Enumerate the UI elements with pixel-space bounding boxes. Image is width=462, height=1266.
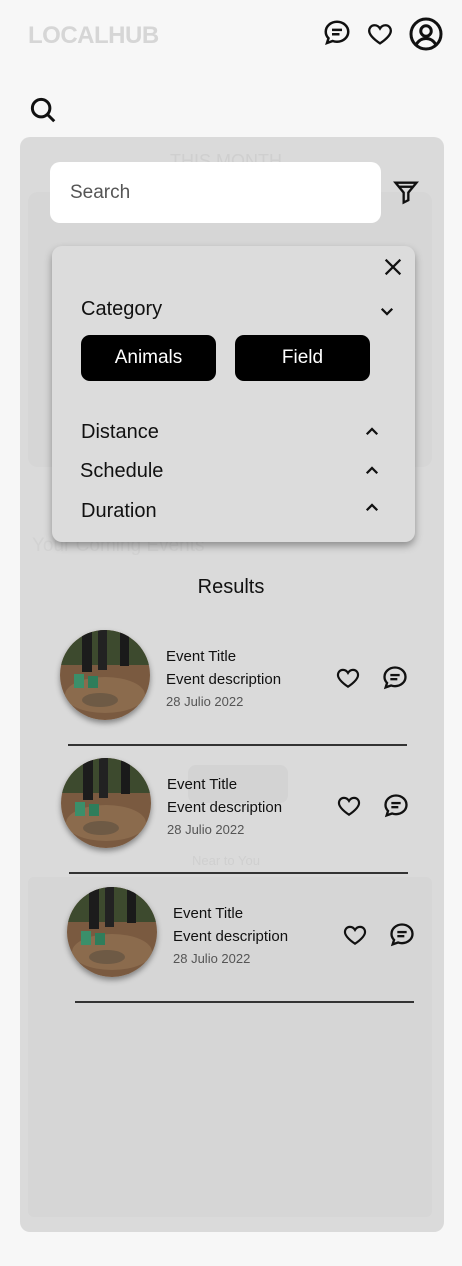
duration-label[interactable]: Duration — [81, 500, 157, 523]
app-header: LOCALHUB — [0, 0, 462, 80]
heart-icon[interactable] — [334, 665, 362, 691]
chip-animals[interactable]: Animals — [81, 335, 216, 381]
event-description: Event description — [173, 928, 289, 945]
event-thumbnail — [67, 887, 157, 977]
event-thumbnail — [61, 758, 151, 848]
event-date: 28 Julio 2022 — [166, 694, 244, 709]
search-input[interactable]: Search — [50, 162, 381, 223]
event-description: Event description — [166, 671, 282, 688]
divider — [75, 1001, 414, 1003]
chevron-up-icon[interactable] — [363, 423, 381, 441]
profile-icon[interactable] — [408, 16, 444, 52]
search-icon[interactable] — [28, 95, 58, 125]
distance-label[interactable]: Distance — [81, 421, 159, 444]
app-logo: LOCALHUB — [28, 22, 159, 49]
chip-field[interactable]: Field — [235, 335, 370, 381]
event-title: Event Title — [173, 905, 244, 922]
event-thumbnail — [60, 630, 150, 720]
heart-icon[interactable] — [366, 20, 394, 48]
chat-icon[interactable] — [382, 792, 410, 820]
event-date: 28 Julio 2022 — [173, 951, 251, 966]
chevron-up-icon[interactable] — [363, 462, 381, 480]
divider — [69, 872, 408, 874]
result-item[interactable]: Event Title Event description 28 Julio 2… — [61, 758, 421, 858]
heart-icon[interactable] — [335, 793, 363, 819]
chat-icon[interactable] — [388, 921, 416, 949]
filter-popup: Category Animals Field Distance Schedule… — [52, 246, 415, 542]
category-label[interactable]: Category — [81, 298, 162, 321]
chevron-up-icon[interactable] — [363, 499, 381, 517]
divider — [68, 744, 407, 746]
filter-icon[interactable] — [392, 178, 420, 206]
chevron-down-icon[interactable] — [378, 302, 396, 320]
event-title: Event Title — [167, 776, 238, 793]
schedule-label[interactable]: Schedule — [80, 460, 163, 483]
result-item[interactable]: Event Title Event description 28 Julio 2… — [67, 887, 427, 987]
event-title: Event Title — [166, 648, 237, 665]
chat-icon[interactable] — [322, 18, 352, 48]
heart-icon[interactable] — [341, 922, 369, 948]
event-date: 28 Julio 2022 — [167, 822, 245, 837]
result-item[interactable]: Event Title Event description 28 Julio 2… — [60, 630, 420, 730]
event-description: Event description — [167, 799, 283, 816]
results-title: Results — [197, 576, 265, 598]
chat-icon[interactable] — [381, 664, 409, 692]
close-icon[interactable] — [382, 256, 404, 278]
